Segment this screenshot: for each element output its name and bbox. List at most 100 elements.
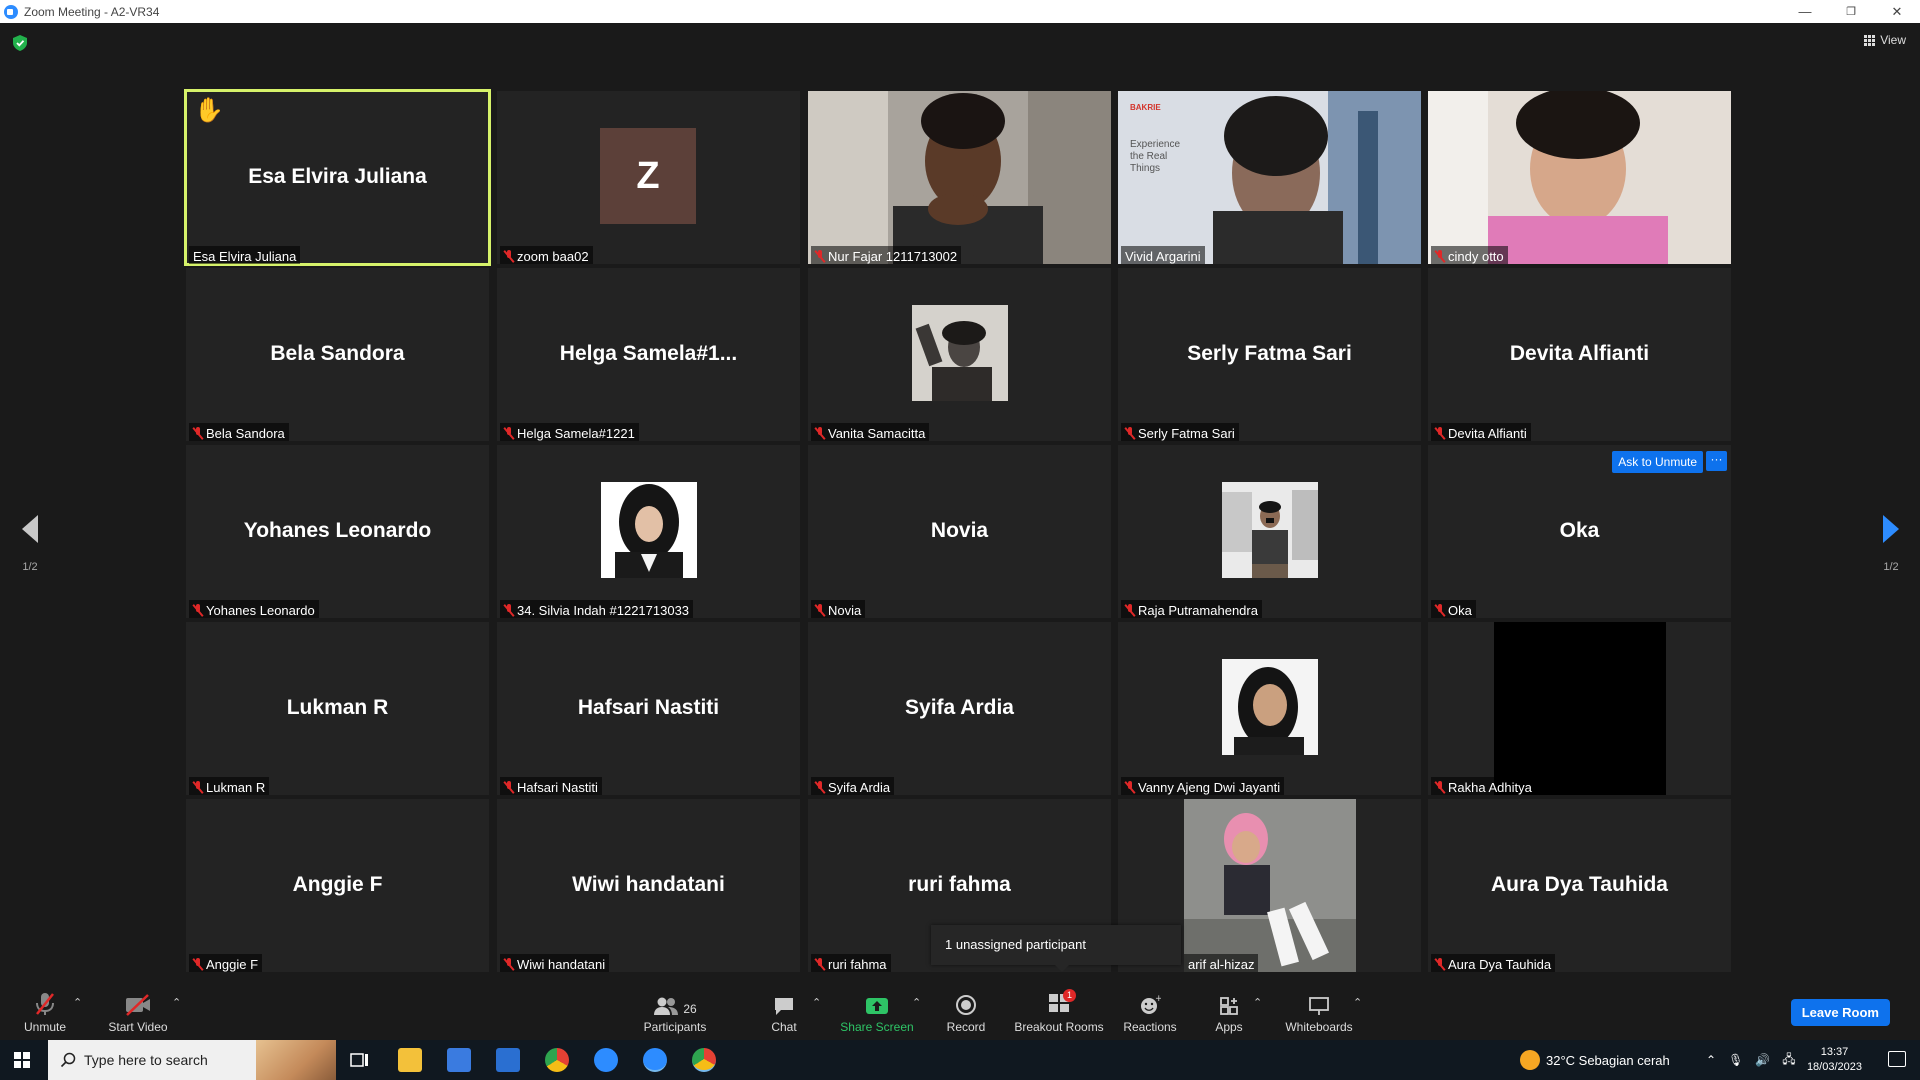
mail-icon[interactable] bbox=[496, 1048, 520, 1072]
chat-options-caret-icon[interactable]: ⌃ bbox=[812, 996, 821, 1009]
task-view-icon[interactable] bbox=[348, 1048, 372, 1072]
participant-tile[interactable]: Lukman R Lukman R bbox=[186, 622, 489, 795]
whiteboards-label: Whiteboards bbox=[1285, 1020, 1353, 1034]
participant-tile[interactable]: ✋ Esa Elvira Juliana Esa Elvira Juliana bbox=[184, 89, 491, 266]
unmute-button[interactable]: Unmute bbox=[20, 992, 70, 1034]
tray-chevron-up-icon[interactable]: ⌃ bbox=[1706, 1053, 1716, 1067]
participant-name: Nur Fajar 1211713002 bbox=[828, 248, 958, 264]
taskbar-clock[interactable]: 13:37 18/03/2023 bbox=[1807, 1045, 1862, 1075]
participant-tile[interactable]: Nur Fajar 1211713002 bbox=[808, 91, 1111, 264]
chrome-active-icon[interactable] bbox=[692, 1048, 716, 1072]
participant-tile[interactable]: Bela Sandora Bela Sandora bbox=[186, 268, 489, 441]
minimize-button[interactable]: — bbox=[1782, 0, 1828, 23]
participant-tile[interactable]: Anggie F Anggie F bbox=[186, 799, 489, 972]
share-screen-button[interactable]: Share Screen bbox=[840, 992, 914, 1034]
ask-to-unmute-button[interactable]: Ask to Unmute bbox=[1612, 451, 1703, 473]
windows-taskbar: Type here to search 32°C Sebagian cerah … bbox=[0, 1040, 1920, 1080]
participant-tile[interactable]: Helga Samela#1... Helga Samela#1221 bbox=[497, 268, 800, 441]
mic-muted-icon bbox=[815, 603, 825, 617]
taskbar-search-input[interactable]: Type here to search bbox=[48, 1040, 336, 1080]
whiteboards-options-caret-icon[interactable]: ⌃ bbox=[1353, 996, 1362, 1009]
mic-muted-icon bbox=[1125, 603, 1135, 617]
mic-muted-icon bbox=[1435, 249, 1445, 263]
avatar: Z bbox=[600, 128, 696, 224]
participant-tile[interactable]: Novia Novia bbox=[808, 445, 1111, 618]
participant-tile[interactable]: cindy otto bbox=[1428, 91, 1731, 264]
banner-brand: BAKRIE bbox=[1130, 103, 1161, 112]
participant-name-label: Esa Elvira Juliana bbox=[189, 246, 301, 264]
participant-name: Esa Elvira Juliana bbox=[193, 248, 297, 264]
view-label: View bbox=[1880, 33, 1906, 47]
previous-page-button[interactable]: 1/2 bbox=[15, 515, 45, 573]
participant-name-label: Aura Dya Tauhida bbox=[1431, 954, 1556, 972]
participant-tile[interactable]: Vanny Ajeng Dwi Jayanti bbox=[1118, 622, 1421, 795]
tray-network-icon[interactable]: 🖧 bbox=[1782, 1050, 1795, 1071]
close-button[interactable]: ✕ bbox=[1874, 0, 1920, 23]
participant-name-label: Vivid Argarini bbox=[1121, 246, 1205, 264]
chat-icon bbox=[768, 992, 800, 1016]
more-options-button[interactable]: ··· bbox=[1706, 451, 1727, 471]
participant-tile[interactable]: Syifa Ardia Syifa Ardia bbox=[808, 622, 1111, 795]
weather-widget[interactable]: 32°C Sebagian cerah bbox=[1520, 1040, 1670, 1080]
leave-room-button[interactable]: Leave Room bbox=[1790, 999, 1890, 1026]
participant-tile[interactable]: Yohanes Leonardo Yohanes Leonardo bbox=[186, 445, 489, 618]
participant-tile[interactable]: Ask to Unmute ··· Oka Oka bbox=[1428, 445, 1731, 618]
participant-name-label: Devita Alfianti bbox=[1431, 423, 1531, 441]
view-button[interactable]: View bbox=[1864, 33, 1906, 47]
video-feed bbox=[1118, 91, 1421, 264]
participant-name-label: Lukman R bbox=[189, 777, 270, 795]
apps-button[interactable]: Apps bbox=[1214, 992, 1244, 1034]
participant-display-name: Hafsari Nastiti bbox=[577, 696, 720, 719]
start-video-button[interactable]: Start Video bbox=[106, 992, 170, 1034]
participant-name: cindy otto bbox=[1448, 248, 1504, 264]
participant-tile[interactable]: Wiwi handatani Wiwi handatani bbox=[497, 799, 800, 972]
participant-tile[interactable]: Hafsari Nastiti Hafsari Nastiti bbox=[497, 622, 800, 795]
profile-picture bbox=[912, 305, 1008, 401]
participant-display-name: Aura Dya Tauhida bbox=[1491, 873, 1668, 896]
participant-name-label: arif al-hizaz bbox=[1184, 954, 1259, 972]
restore-button[interactable]: ❐ bbox=[1828, 0, 1874, 23]
tray-speaker-icon[interactable]: 🔊 bbox=[1755, 1053, 1770, 1067]
microsoft-store-icon[interactable] bbox=[447, 1048, 471, 1072]
participant-tile[interactable]: Rakha Adhitya bbox=[1428, 622, 1731, 795]
video-options-caret-icon[interactable]: ⌃ bbox=[172, 996, 181, 1009]
weather-sun-icon bbox=[1520, 1050, 1540, 1070]
windows-start-icon[interactable] bbox=[14, 1052, 30, 1068]
participant-name-label: Serly Fatma Sari bbox=[1121, 423, 1239, 441]
participant-tile[interactable]: Vanita Samacitta bbox=[808, 268, 1111, 441]
chrome-icon[interactable] bbox=[545, 1048, 569, 1072]
reactions-button[interactable]: + Reactions bbox=[1122, 992, 1178, 1034]
tooltip-text: 1 unassigned participant bbox=[945, 937, 1086, 952]
next-page-button[interactable]: 1/2 bbox=[1876, 515, 1906, 573]
participants-button[interactable]: 26 Participants bbox=[640, 992, 710, 1034]
mic-muted-icon bbox=[504, 603, 514, 617]
participant-tile[interactable]: Raja Putramahendra bbox=[1118, 445, 1421, 618]
participant-tile[interactable]: 34. Silvia Indah #1221713033 bbox=[497, 445, 800, 618]
participant-tile[interactable]: Aura Dya Tauhida Aura Dya Tauhida bbox=[1428, 799, 1731, 972]
participant-name: Syifa Ardia bbox=[828, 779, 891, 795]
participant-name-label: Yohanes Leonardo bbox=[189, 600, 319, 618]
security-shield-icon[interactable] bbox=[13, 35, 27, 51]
unassigned-participant-tooltip[interactable]: 1 unassigned participant bbox=[931, 925, 1181, 972]
teamviewer-icon[interactable] bbox=[594, 1048, 618, 1072]
notifications-icon[interactable] bbox=[1888, 1051, 1906, 1067]
participant-name: Lukman R bbox=[206, 779, 266, 795]
chat-button[interactable]: Chat bbox=[768, 992, 800, 1034]
participant-display-name: ruri fahma bbox=[908, 873, 1011, 896]
zoom-app-icon[interactable] bbox=[643, 1048, 667, 1072]
participant-tile[interactable]: Z zoom baa02 bbox=[497, 91, 800, 264]
record-button[interactable]: Record bbox=[944, 992, 988, 1034]
whiteboards-button[interactable]: Whiteboards bbox=[1283, 992, 1355, 1034]
participant-tile[interactable]: Devita Alfianti Devita Alfianti bbox=[1428, 268, 1731, 441]
banner-text: Experience the Real Things bbox=[1130, 139, 1181, 174]
apps-options-caret-icon[interactable]: ⌃ bbox=[1253, 996, 1262, 1009]
share-options-caret-icon[interactable]: ⌃ bbox=[912, 996, 921, 1009]
file-explorer-icon[interactable] bbox=[398, 1048, 422, 1072]
participant-tile[interactable]: BAKRIE Experience the Real Things Vivid … bbox=[1118, 91, 1421, 264]
participant-display-name: Oka bbox=[1559, 519, 1600, 542]
tray-microphone-icon[interactable]: 🎙 bbox=[1728, 1053, 1743, 1067]
participant-tile[interactable]: Serly Fatma Sari Serly Fatma Sari bbox=[1118, 268, 1421, 441]
audio-options-caret-icon[interactable]: ⌃ bbox=[73, 996, 82, 1009]
clock-time: 13:37 bbox=[1820, 1046, 1849, 1058]
breakout-rooms-button[interactable]: 1 Breakout Rooms bbox=[1013, 989, 1105, 1034]
